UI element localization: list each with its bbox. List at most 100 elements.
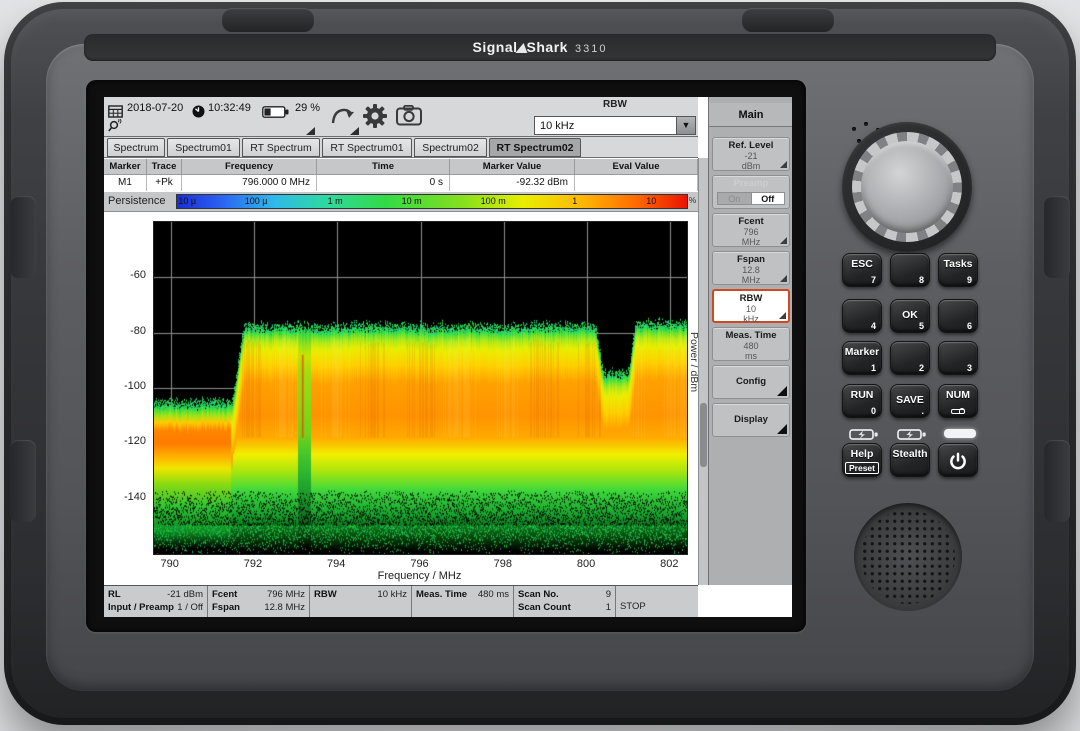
key-marker[interactable]: Marker1 [842,341,882,375]
sidebar-item-fspan[interactable]: Fspan 12.8 MHz [712,251,790,285]
input-preamp-value: 1 / Off [177,601,203,614]
key-esc[interactable]: ESC7 [842,253,882,287]
tab-rt-spectrum[interactable]: RT Spectrum [242,138,320,157]
key-power[interactable] [938,443,978,477]
ref-level-unit: dBm [713,161,789,171]
key-label: Tasks [939,258,977,270]
battery-percent-text: 29 % [295,102,320,114]
key-stealth[interactable]: Stealth [890,443,930,477]
persistence-tick-label: 100 m [481,196,506,206]
scan-no-value: 9 [606,588,611,601]
persistence-unit: % [688,195,697,205]
key-num-lock[interactable]: NUM [938,384,978,418]
persistence-gradient-bar: 10 µ100 µ1 m10 m100 m110 [176,194,688,209]
top-latch-left [222,8,314,32]
scan-no-label: Scan No. [518,588,559,601]
signalshark-device-photo: SignalShark3310 2018-07-20 10:32:49 [0,0,1080,731]
rotary-knob[interactable] [852,132,962,242]
status-section-scan: Scan No. 9 Scan Count 1 [514,586,616,617]
sidebar-item-display[interactable]: Display [712,403,790,437]
key-label: NUM [939,389,977,401]
scrollbar-thumb[interactable] [700,403,707,467]
fspan-status-label: Fspan [212,601,240,614]
key-tasks[interactable]: Tasks9 [938,253,978,287]
tab-rt-spectrum02[interactable]: RT Spectrum02 [489,138,581,157]
charge-led [944,429,976,438]
tab-spectrum[interactable]: Spectrum [107,138,165,157]
screenshot-camera-icon[interactable] [396,105,422,126]
marker-table[interactable]: MarkerTraceFrequencyTimeMarker ValueEval… [104,159,698,191]
model-number: 3310 [575,43,607,55]
settings-gear-icon[interactable] [362,103,388,129]
sidebar-item-config[interactable]: Config [712,365,790,399]
expand-corner-icon [306,127,315,135]
key-label: RUN [843,389,881,401]
tab-spectrum01[interactable]: Spectrum01 [167,138,240,157]
spectrum-plot-region: Frequency / MHz Power / dBm -60-80-100-1… [104,212,698,585]
sidebar-item-preamp[interactable]: Preamp On Off [712,175,790,209]
side-clip-right-upper [1044,196,1070,278]
brand-name-part1: Signal [473,39,518,55]
key-ok[interactable]: OK5 [890,299,930,333]
key-up[interactable]: 8 [890,253,930,287]
fcent-status-value: 796 MHz [267,588,305,601]
meas-status-label: Meas. Time [416,588,467,601]
brand-name-part2: Shark [527,39,568,55]
rbw-dropdown[interactable]: 10 kHz ▼ [534,116,696,135]
meas-status-value: 480 ms [478,588,509,601]
scan-count-value: 1 [606,601,611,614]
datetime-battery-cell[interactable]: 2018-07-20 10:32:49 29 % [104,97,322,137]
marker-col-header: Time [317,159,450,175]
y-axis-tick-label: -60 [106,269,146,281]
battery-led-2-icon [897,428,927,441]
key-number: 8 [919,275,924,285]
key-help-preset[interactable]: HelpPreset [842,443,882,477]
status-section-freq: Fcent796 MHz Fspan12.8 MHz [208,586,310,617]
expand-corner-icon [780,275,787,282]
tab-spectrum02[interactable]: Spectrum02 [414,138,487,157]
key-run[interactable]: RUN0 [842,384,882,418]
x-axis-title: Frequency / MHz [153,570,686,582]
tab-rt-spectrum01[interactable]: RT Spectrum01 [322,138,412,157]
fspan-label: Fspan [713,254,789,265]
key-number: 4 [871,321,876,331]
rl-value: -21 dBm [167,588,203,601]
key-number: 2 [919,363,924,373]
vertical-scrollbar[interactable] [698,158,708,585]
sidebar-item-meas-time[interactable]: Meas. Time 480 ms [712,327,790,361]
preamp-on-option[interactable]: On [718,193,751,204]
preamp-toggle[interactable]: On Off [717,192,785,205]
sidebar-item-fcent[interactable]: Fcent 796 MHz [712,213,790,247]
key-right[interactable]: 6 [938,299,978,333]
status-section-rl: RL-21 dBm Input / Preamp1 / Off [104,586,208,617]
battery-led-1-icon [849,428,879,441]
gps-icon [107,119,123,134]
key-save[interactable]: SAVE. [890,384,930,418]
key-volume[interactable]: 3 [938,341,978,375]
key-down[interactable]: 2 [890,341,930,375]
x-axis-tick-label: 794 [327,558,345,570]
rbw-status-label: RBW [314,588,337,601]
y-axis-tick-label: -140 [106,491,146,503]
persistence-spectrum-canvas[interactable] [153,221,688,555]
sidebar-item-rbw-active[interactable]: RBW 10 kHz [712,289,790,323]
scan-count-label: Scan Count [518,601,571,614]
key-label: Stealth [891,448,929,460]
key-number: 3 [967,363,972,373]
marker-col-header: Eval Value [575,159,698,175]
preamp-off-option[interactable]: Off [751,193,785,204]
persistence-tick-label: 10 [646,196,656,206]
key-number: 5 [919,321,924,331]
persistence-scale: Persistence 10 µ100 µ1 m10 m100 m110 % [104,192,698,212]
key-number: 6 [967,321,972,331]
submenu-corner-icon [777,424,787,434]
marker-col-header: Marker Value [450,159,575,175]
marker-col-header: Marker [104,159,147,175]
battery-icon [262,106,289,118]
key-label: ESC [843,258,881,270]
sidebar-item-ref-level[interactable]: Ref. Level -21 dBm [712,137,790,171]
key-left[interactable]: 4 [842,299,882,333]
swap-view-icon[interactable] [330,103,356,127]
dropdown-arrow-icon[interactable]: ▼ [676,117,695,134]
top-latch-right [742,8,834,32]
